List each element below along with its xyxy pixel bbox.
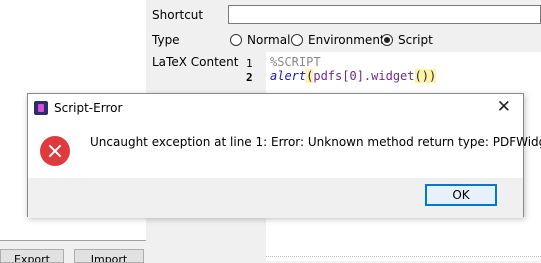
radio-script-button[interactable] — [381, 34, 393, 46]
line-number-1: 1 — [246, 57, 253, 70]
radio-selected-dot — [384, 37, 390, 43]
radio-environment-button[interactable] — [291, 34, 303, 46]
line-number-2: 2 — [246, 71, 253, 84]
editor-divider — [266, 256, 541, 258]
ok-button[interactable]: OK — [425, 184, 497, 206]
code-fn: alert — [270, 69, 307, 83]
dialog-titlebar[interactable]: Script-Error ✕ — [28, 94, 523, 122]
dialog-title: Script-Error — [54, 101, 123, 115]
error-icon — [40, 136, 70, 166]
type-radio-script[interactable]: Script — [381, 32, 433, 48]
code-line-1: %SCRIPT — [270, 55, 321, 69]
error-message: Uncaught exception at line 1: Error: Unk… — [90, 135, 541, 149]
script-error-dialog: Script-Error ✕ Uncaught exception at lin… — [27, 93, 541, 218]
dialog-footer: OK — [28, 178, 523, 218]
type-radio-normal[interactable]: Normal — [230, 32, 290, 48]
shortcut-label: Shortcut — [152, 8, 204, 22]
radio-normal-button[interactable] — [230, 34, 242, 46]
radio-environment-label: Environment — [308, 33, 385, 47]
radio-script-label: Script — [398, 33, 433, 47]
code-object: pdfs[0].widget — [313, 69, 415, 83]
type-label: Type — [152, 33, 180, 47]
dialog-content: Uncaught exception at line 1: Error: Unk… — [28, 122, 541, 178]
app-icon — [34, 101, 48, 115]
shortcut-input[interactable] — [228, 5, 541, 24]
radio-normal-label: Normal — [247, 33, 291, 47]
code-line-2: alert(pdfs[0].widget()) — [270, 69, 437, 83]
close-icon[interactable]: ✕ — [497, 98, 511, 116]
code-close-paren: ) — [428, 69, 437, 83]
type-radio-environment[interactable]: Environment — [291, 32, 385, 48]
code-call-parens: () — [414, 69, 429, 83]
latex-content-label: LaTeX Content — [152, 55, 239, 69]
